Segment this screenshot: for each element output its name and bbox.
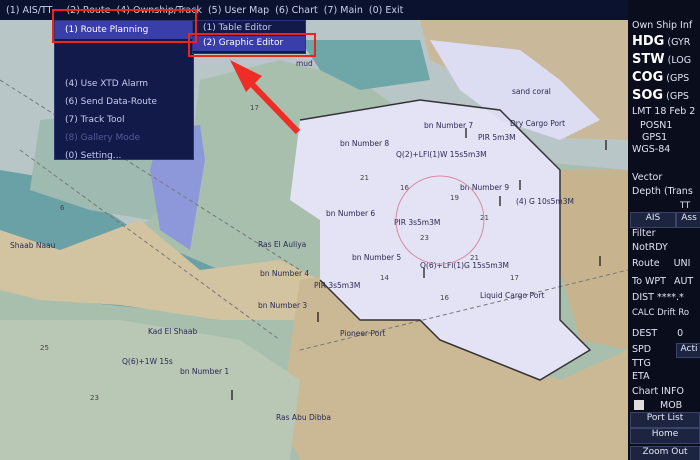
mob-button[interactable]: MOB xyxy=(660,400,682,411)
chart-info-icon[interactable] xyxy=(634,400,644,410)
label-pir3: PIR 3s5m3M xyxy=(314,281,360,290)
gallery-mode-item: (8) Gallery Mode xyxy=(65,133,141,143)
towpt-value: AUT xyxy=(673,276,694,287)
lmt-datetime: LMT 18 Feb 2 xyxy=(632,106,696,117)
route-menu-item-3 xyxy=(55,57,193,75)
highlight-graphic-editor xyxy=(188,33,316,57)
svg-text:21: 21 xyxy=(360,174,369,182)
label-kad: Kad El Shaab xyxy=(148,327,197,336)
label-ras-auliya: Ras El Auliya xyxy=(258,240,306,249)
menu-user-map[interactable]: (5) User Map xyxy=(208,5,269,16)
menu-ais-tt[interactable]: (1) AIS/TT xyxy=(6,5,52,16)
setting-item[interactable]: (0) Setting... xyxy=(55,147,193,165)
label-bn6: bn Number 6 xyxy=(326,209,375,218)
label-pir-5m3m: PIR 5m3M xyxy=(478,133,516,142)
acti-button[interactable]: Acti xyxy=(676,343,700,358)
label-bn9: bn Number 9 xyxy=(460,183,509,192)
towpt-label: To WPT xyxy=(632,276,666,287)
tt-label: TT xyxy=(680,201,691,211)
label-bn4: bn Number 4 xyxy=(260,269,309,278)
label-liquid-cargo: Liquid Cargo Port xyxy=(480,291,544,300)
label-mud: mud xyxy=(296,59,313,68)
notrdy-status: NotRDY xyxy=(632,242,668,253)
zoom-out-button[interactable]: Zoom Out xyxy=(630,446,700,460)
menu-chart[interactable]: (6) Chart xyxy=(275,5,318,16)
stw-source: (LOG xyxy=(667,55,692,66)
send-data-route-item[interactable]: (6) Send Data-Route xyxy=(55,93,193,111)
ttg-label: TTG xyxy=(632,358,651,369)
menu-main[interactable]: (7) Main xyxy=(324,5,363,16)
calc-label: CALC xyxy=(632,308,655,318)
use-xtd-alarm-item[interactable]: (4) Use XTD Alarm xyxy=(55,75,193,93)
svg-text:16: 16 xyxy=(400,184,409,192)
stw-label: STW xyxy=(632,52,665,67)
label-g10: (4) G 10s5m3M xyxy=(516,197,574,206)
home-button[interactable]: Home xyxy=(630,428,700,444)
ecdis-screen: 211619 212321 141617 312217 62523 sand c… xyxy=(0,0,700,460)
svg-text:17: 17 xyxy=(250,104,259,112)
label-bn1: bn Number 1 xyxy=(180,367,229,376)
vector-label: Vector xyxy=(632,172,663,183)
panel-title: Own Ship Inf xyxy=(632,20,693,31)
label-ras-abu: Ras Abu Dibba xyxy=(276,413,331,422)
label-shaab: Shaab Naau xyxy=(10,241,56,250)
label-q2: Q(2)+LFl(1)W 15s5m3M xyxy=(396,150,487,159)
filter-label: Filter xyxy=(632,228,656,239)
ro-label: Ro xyxy=(678,308,690,318)
gps-source: GPS1 xyxy=(642,132,668,143)
sog-source: (GPS xyxy=(666,91,689,102)
sog-label: SOG xyxy=(632,88,664,103)
svg-text:16: 16 xyxy=(440,294,449,302)
track-tool-item[interactable]: (7) Track Tool xyxy=(55,111,193,129)
svg-text:14: 14 xyxy=(380,274,389,282)
highlight-route-planning xyxy=(52,9,197,43)
svg-text:25: 25 xyxy=(40,344,49,352)
datum: WGS-84 xyxy=(632,144,671,155)
label-pioneer: Pioneer Port xyxy=(340,329,385,338)
route-value: UNI xyxy=(673,258,691,269)
label-pir2: PIR 3s5m3M xyxy=(394,218,440,227)
hdg-source: (GYR xyxy=(667,37,691,48)
ass-button[interactable]: Ass xyxy=(676,212,700,228)
label-bn3: bn Number 3 xyxy=(258,301,307,310)
label-sand-coral: sand coral xyxy=(512,87,551,96)
dest-value: 0 xyxy=(677,328,684,339)
svg-text:6: 6 xyxy=(60,204,65,212)
dest-label: DEST xyxy=(632,328,658,339)
port-list-button[interactable]: Port List xyxy=(630,412,700,428)
svg-text:23: 23 xyxy=(90,394,99,402)
hdg-label: HDG xyxy=(632,34,665,49)
eta-label: ETA xyxy=(632,371,650,382)
label-bn5: bn Number 5 xyxy=(352,253,401,262)
label-dry-cargo-port: Dry Cargo Port xyxy=(510,119,565,128)
drift-label: Drift xyxy=(657,308,676,318)
svg-text:23: 23 xyxy=(420,234,429,242)
cog-source: (GPS xyxy=(666,73,690,84)
label-bn8: bn Number 8 xyxy=(340,139,389,148)
spd-label: SPD xyxy=(632,344,652,355)
ais-button[interactable]: AIS xyxy=(630,212,676,228)
cog-label: COG xyxy=(632,70,664,85)
label-q6: Q(6)+LFl(1)G 15s5m3M xyxy=(420,261,509,270)
chart-info-label[interactable]: Chart INFO xyxy=(632,386,684,397)
label-q6w: Q(6)+1W 15s xyxy=(122,357,173,366)
svg-text:19: 19 xyxy=(450,194,459,202)
menu-exit[interactable]: (0) Exit xyxy=(369,5,403,16)
posn-source: POSN1 xyxy=(640,120,673,131)
dist-readout: DIST ****.* xyxy=(632,292,684,303)
ownship-info-panel: Own Ship Inf HDG (GYR STW (LOG COG (GPS … xyxy=(628,0,700,460)
svg-text:17: 17 xyxy=(510,274,519,282)
depth-label: Depth (Trans xyxy=(632,186,693,197)
route-label: Route xyxy=(632,258,660,269)
